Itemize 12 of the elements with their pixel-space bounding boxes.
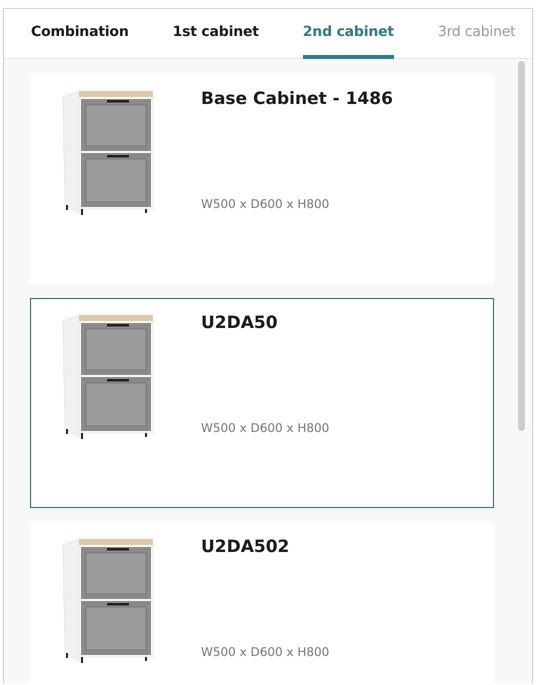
product-title: Base Cabinet - 1486 (201, 89, 393, 109)
product-title: U2DA502 (201, 537, 290, 557)
product-card[interactable]: U2DA502 W500 x D600 x H800 (30, 522, 494, 683)
product-card[interactable]: Base Cabinet - 1486 W500 x D600 x H800 (30, 74, 494, 284)
tab[interactable]: Combination (31, 9, 129, 59)
product-title: U2DA50 (201, 313, 279, 333)
product-dimensions: W500 x D600 x H800 (201, 645, 330, 659)
product-card[interactable]: U2DA50 W500 x D600 x H800 (30, 298, 494, 508)
product-dimensions: W500 x D600 x H800 (201, 421, 330, 435)
tab[interactable]: 1st cabinet (172, 9, 259, 59)
product-dimensions: W500 x D600 x H800 (201, 197, 330, 211)
scrollbar-thumb[interactable] (518, 61, 524, 431)
